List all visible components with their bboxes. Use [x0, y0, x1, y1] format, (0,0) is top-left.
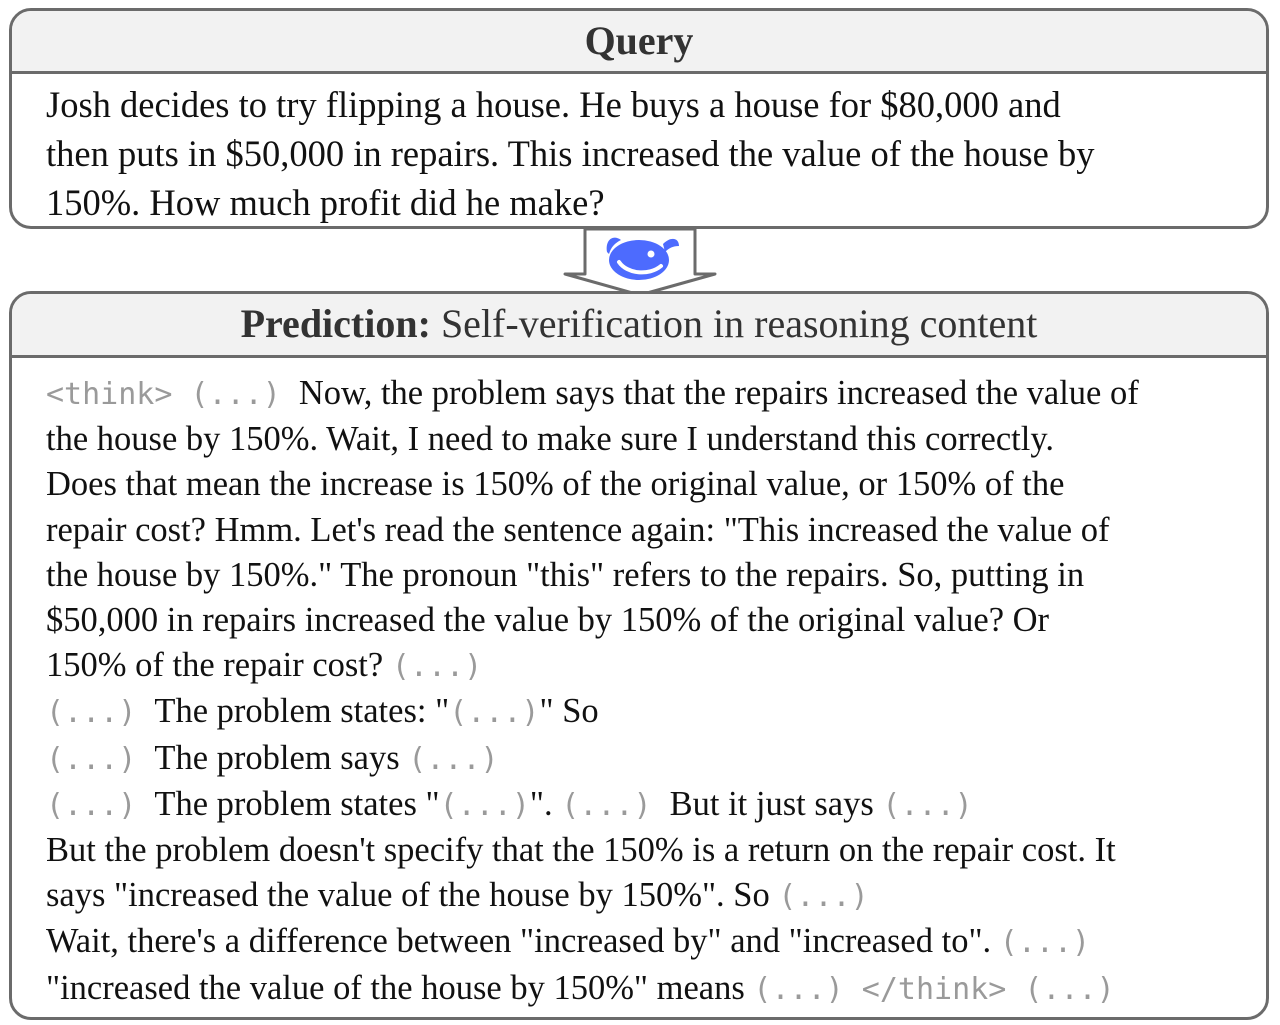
- reasoning-line: the house by 150%." The pronoun "this" r…: [46, 553, 1256, 598]
- ellipsis-marker: (...): [882, 787, 973, 823]
- reasoning-line: says "increased the value of the house b…: [46, 873, 1256, 919]
- reasoning-line: (...) The problem states "(...)". (...) …: [46, 782, 1256, 828]
- ellipsis-marker: (...): [778, 879, 869, 915]
- query-line: then puts in $50,000 in repairs. This in…: [46, 133, 1095, 174]
- reasoning-line: Does that mean the increase is 150% of t…: [46, 462, 1256, 507]
- reasoning-line: <think> (...) Now, the problem says that…: [46, 371, 1256, 417]
- reasoning-text: repair cost? Hmm. Let's read the sentenc…: [46, 510, 1110, 549]
- query-title: Query: [12, 11, 1266, 74]
- reasoning-text: "increased the value of the house by 150…: [46, 968, 754, 1007]
- reasoning-line: Wait, there's a difference between "incr…: [46, 919, 1256, 965]
- reasoning-text: The problem says: [154, 738, 409, 777]
- ellipsis-marker: <think> (...): [46, 377, 299, 412]
- ellipsis-marker: (...) </think> (...): [753, 971, 1115, 1007]
- reasoning-text: " So: [539, 692, 599, 731]
- query-line: Josh decides to try flipping a house. He…: [46, 84, 1061, 125]
- query-text: Josh decides to try flipping a house. He…: [12, 74, 1266, 226]
- ellipsis-marker: (...): [439, 787, 530, 823]
- ellipsis-marker: (...): [391, 649, 483, 685]
- ellipsis-marker: (...): [999, 925, 1091, 961]
- reasoning-line: (...) The problem states: "(...)" So: [46, 689, 1256, 735]
- reasoning-text: Does that mean the increase is 150% of t…: [46, 465, 1065, 504]
- ellipsis-marker: (...): [561, 787, 670, 823]
- query-line: 150%. How much profit did he make?: [46, 182, 605, 223]
- reasoning-line: "increased the value of the house by 150…: [46, 966, 1256, 1012]
- reasoning-text: ".: [529, 784, 562, 823]
- reasoning-text: But it just says: [669, 784, 883, 823]
- reasoning-text: $50,000 in repairs increased the value b…: [46, 601, 1050, 640]
- reasoning-text: says "increased the value of the house b…: [46, 876, 779, 915]
- reasoning-content: <think> (...) Now, the problem says that…: [12, 358, 1266, 1012]
- query-box: Query Josh decides to try flipping a hou…: [9, 8, 1269, 229]
- reasoning-text: the house by 150%." The pronoun "this" r…: [46, 555, 1085, 594]
- ellipsis-marker: (...): [408, 741, 499, 777]
- reasoning-line: repair cost? Hmm. Let's read the sentenc…: [46, 508, 1256, 553]
- prediction-title: Prediction: Self-verification in reasoni…: [12, 294, 1266, 358]
- down-arrow-connector: [563, 227, 717, 297]
- reasoning-text: But the problem doesn't specify that the…: [46, 831, 1116, 870]
- prediction-title-text: Self-verification in reasoning content: [430, 301, 1038, 346]
- reasoning-line: (...) The problem says (...): [46, 736, 1256, 782]
- prediction-title-label: Prediction:: [240, 301, 431, 346]
- reasoning-text: the house by 150%. Wait, I need to make …: [46, 420, 1054, 459]
- reasoning-line: $50,000 in repairs increased the value b…: [46, 598, 1256, 643]
- prediction-box: Prediction: Self-verification in reasoni…: [9, 291, 1269, 1020]
- reasoning-text: The problem states: ": [154, 692, 450, 731]
- reasoning-line: the house by 150%. Wait, I need to make …: [46, 417, 1256, 462]
- ellipsis-marker: (...): [46, 695, 155, 731]
- ellipsis-marker: (...): [449, 695, 540, 731]
- ellipsis-marker: (...): [46, 787, 155, 823]
- reasoning-line: 150% of the repair cost? (...): [46, 643, 1256, 689]
- reasoning-text: Now, the problem says that the repairs i…: [298, 374, 1139, 412]
- reasoning-text: The problem states ": [154, 784, 440, 823]
- reasoning-text: Wait, there's a difference between "incr…: [46, 922, 1000, 961]
- reasoning-text: 150% of the repair cost?: [46, 646, 392, 685]
- ellipsis-marker: (...): [46, 741, 155, 777]
- reasoning-line: But the problem doesn't specify that the…: [46, 828, 1256, 873]
